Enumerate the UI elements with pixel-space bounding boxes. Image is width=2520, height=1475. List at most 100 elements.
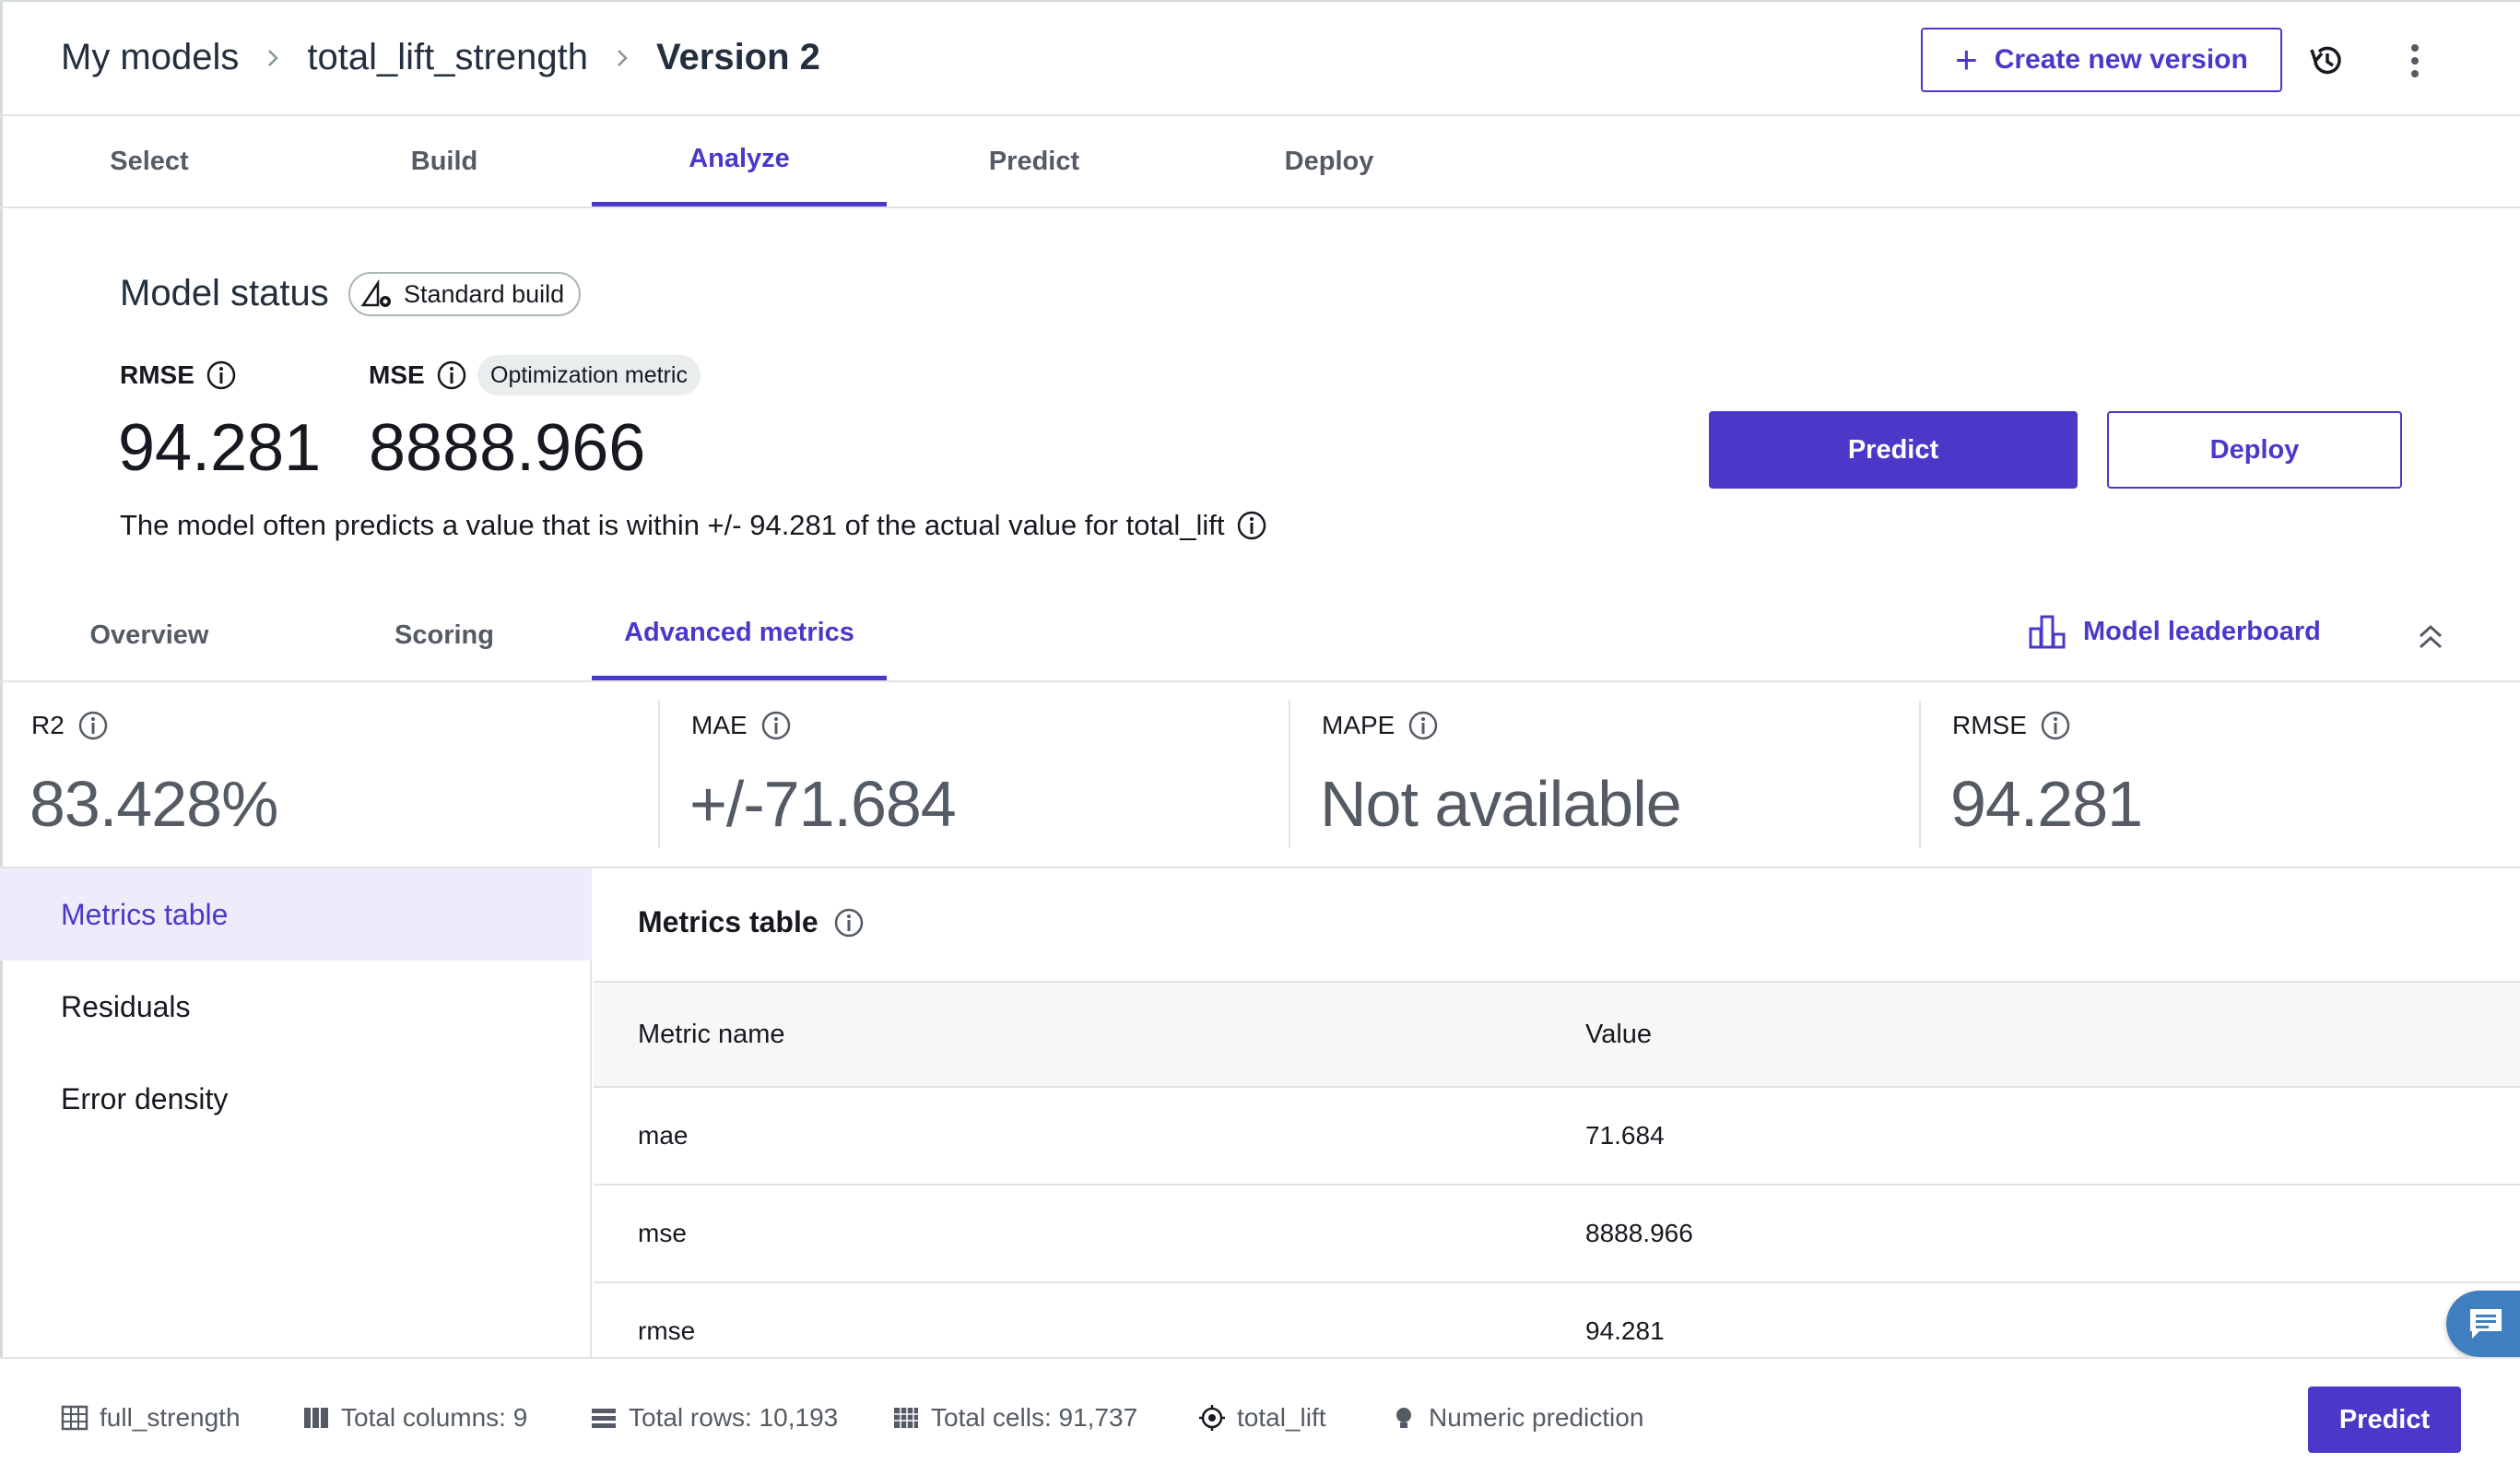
leaderboard-icon [2029,615,2066,649]
model-leaderboard-link[interactable]: Model leaderboard [2028,614,2321,649]
metric-name-cell: rmse [638,1316,696,1345]
rmse-label: RMSE [120,360,237,391]
tab-advanced-metrics[interactable]: Advanced metrics [592,590,887,680]
tab-select[interactable]: Select [2,116,297,206]
r2-value: 83.428% [29,768,278,840]
metrics-table: Metric name Value mae 71.684 mse 8888.96… [594,981,2520,1359]
metric-card-mape: MAPE Not available [1289,701,1919,848]
metric-value-cell: 8888.966 [1585,1219,1693,1247]
main-tabs: Select Build Analyze Predict Deploy [0,116,2520,208]
footer-dataset: full_strength [61,1403,241,1433]
info-icon[interactable] [1236,510,1267,541]
create-new-version-label: Create new version [1994,44,2248,75]
rmse-card-label: RMSE [1952,710,2071,741]
footer-problem-type-text: Numeric prediction [1429,1403,1644,1432]
chevron-right-icon [263,48,283,68]
tab-overview[interactable]: Overview [2,590,297,680]
column-header-value[interactable]: Value [1585,1020,1652,1050]
tab-predict[interactable]: Predict [887,116,1182,206]
optimization-metric-badge: Optimization metric [477,355,701,395]
footer-total-rows: Total rows: 10,193 [590,1403,838,1433]
breadcrumb: My models total_lift_strength Version 2 [61,37,820,78]
tab-scoring[interactable]: Scoring [297,590,592,680]
tab-build[interactable]: Build [297,116,592,206]
bulb-icon [1396,1408,1411,1428]
collapse-icon[interactable] [2417,621,2444,653]
side-nav-error-density[interactable]: Error density [0,1053,592,1145]
plus-icon: + [1955,38,1978,81]
metrics-table-title: Metrics table [638,905,865,939]
mse-label-text: MSE [369,360,425,389]
metric-card-rmse: RMSE 94.281 [1919,701,2520,848]
rmse-card-value: 94.281 [1950,768,2143,840]
mae-value: +/-71.684 [689,768,957,840]
metrics-detail-section: Metrics table Residuals Error density Me… [0,867,2520,1359]
r2-label: R2 [31,710,109,741]
rows-icon [592,1409,616,1428]
table-icon [61,1405,88,1431]
mape-label: MAPE [1322,710,1439,741]
mape-label-text: MAPE [1322,711,1395,739]
side-nav-metrics-table[interactable]: Metrics table [0,868,592,961]
footer-target: total_lift [1198,1403,1326,1433]
chevron-right-icon [612,48,632,68]
mae-label: MAE [691,710,792,741]
side-nav-residuals[interactable]: Residuals [0,961,592,1053]
footer-dataset-text: full_strength [100,1403,241,1432]
chat-button[interactable] [2446,1291,2520,1357]
columns-icon [304,1408,328,1428]
info-icon[interactable] [760,710,792,741]
model-status-title: Model status [120,273,329,313]
tab-deploy[interactable]: Deploy [1182,116,1477,206]
standard-build-badge: Standard build [348,272,582,316]
mse-value: 8888.966 [369,411,646,485]
breadcrumb-model[interactable]: total_lift_strength [307,37,588,78]
metric-card-r2: R2 83.428% [0,701,658,848]
mse-label: MSE [369,360,467,391]
metrics-table-title-text: Metrics table [638,905,818,938]
breadcrumb-my-models[interactable]: My models [61,37,239,78]
info-icon[interactable] [436,360,467,391]
target-icon [1199,1405,1225,1431]
footer-bar: full_strength Total columns: 9 Total row… [0,1357,2520,1475]
info-icon[interactable] [833,907,865,938]
model-status-description: The model often predicts a value that is… [120,509,1267,542]
history-icon[interactable] [2306,41,2347,81]
info-icon[interactable] [1407,710,1439,741]
column-header-metric-name[interactable]: Metric name [638,1020,785,1050]
table-row: mse 8888.966 [594,1184,2520,1281]
table-row: mae 71.684 [594,1086,2520,1184]
r2-label-text: R2 [31,711,65,739]
footer-total-rows-text: Total rows: 10,193 [629,1403,839,1432]
status-description-text: The model often predicts a value that is… [120,509,1225,541]
metric-card-mae: MAE +/-71.684 [658,701,1289,848]
mape-value: Not available [1320,768,1682,840]
create-new-version-button[interactable]: + Create new version [1921,28,2282,92]
footer-target-text: total_lift [1237,1403,1326,1432]
metric-value-cell: 71.684 [1585,1121,1665,1150]
table-row: rmse 94.281 [594,1281,2520,1359]
metrics-side-nav: Metrics table Residuals Error density [0,868,592,1359]
rmse-card-label-text: RMSE [1952,711,2027,739]
table-header-row: Metric name Value [594,981,2520,1086]
metric-value-cell: 94.281 [1585,1316,1665,1345]
predict-button[interactable]: Predict [1709,411,2078,489]
metric-name-cell: mse [638,1219,687,1247]
info-icon[interactable] [206,360,237,391]
cells-icon [894,1408,918,1428]
kebab-icon[interactable] [2402,41,2428,81]
model-leaderboard-label: Model leaderboard [2083,616,2321,646]
metrics-table-panel: Metrics table Metric name Value mae 71.6… [594,868,2520,1359]
standard-build-label: Standard build [404,279,565,308]
info-icon[interactable] [77,710,109,741]
info-icon[interactable] [2040,710,2071,741]
mae-label-text: MAE [691,711,748,739]
deploy-button[interactable]: Deploy [2107,411,2402,489]
footer-total-cells: Total cells: 91,737 [892,1403,1137,1433]
footer-total-columns: Total columns: 9 [302,1403,527,1433]
footer-total-columns-text: Total columns: 9 [341,1403,528,1432]
header: My models total_lift_strength Version 2 … [0,0,2520,116]
footer-problem-type: Numeric prediction [1390,1403,1643,1433]
tab-analyze[interactable]: Analyze [592,116,887,206]
footer-predict-button[interactable]: Predict [2308,1386,2461,1453]
